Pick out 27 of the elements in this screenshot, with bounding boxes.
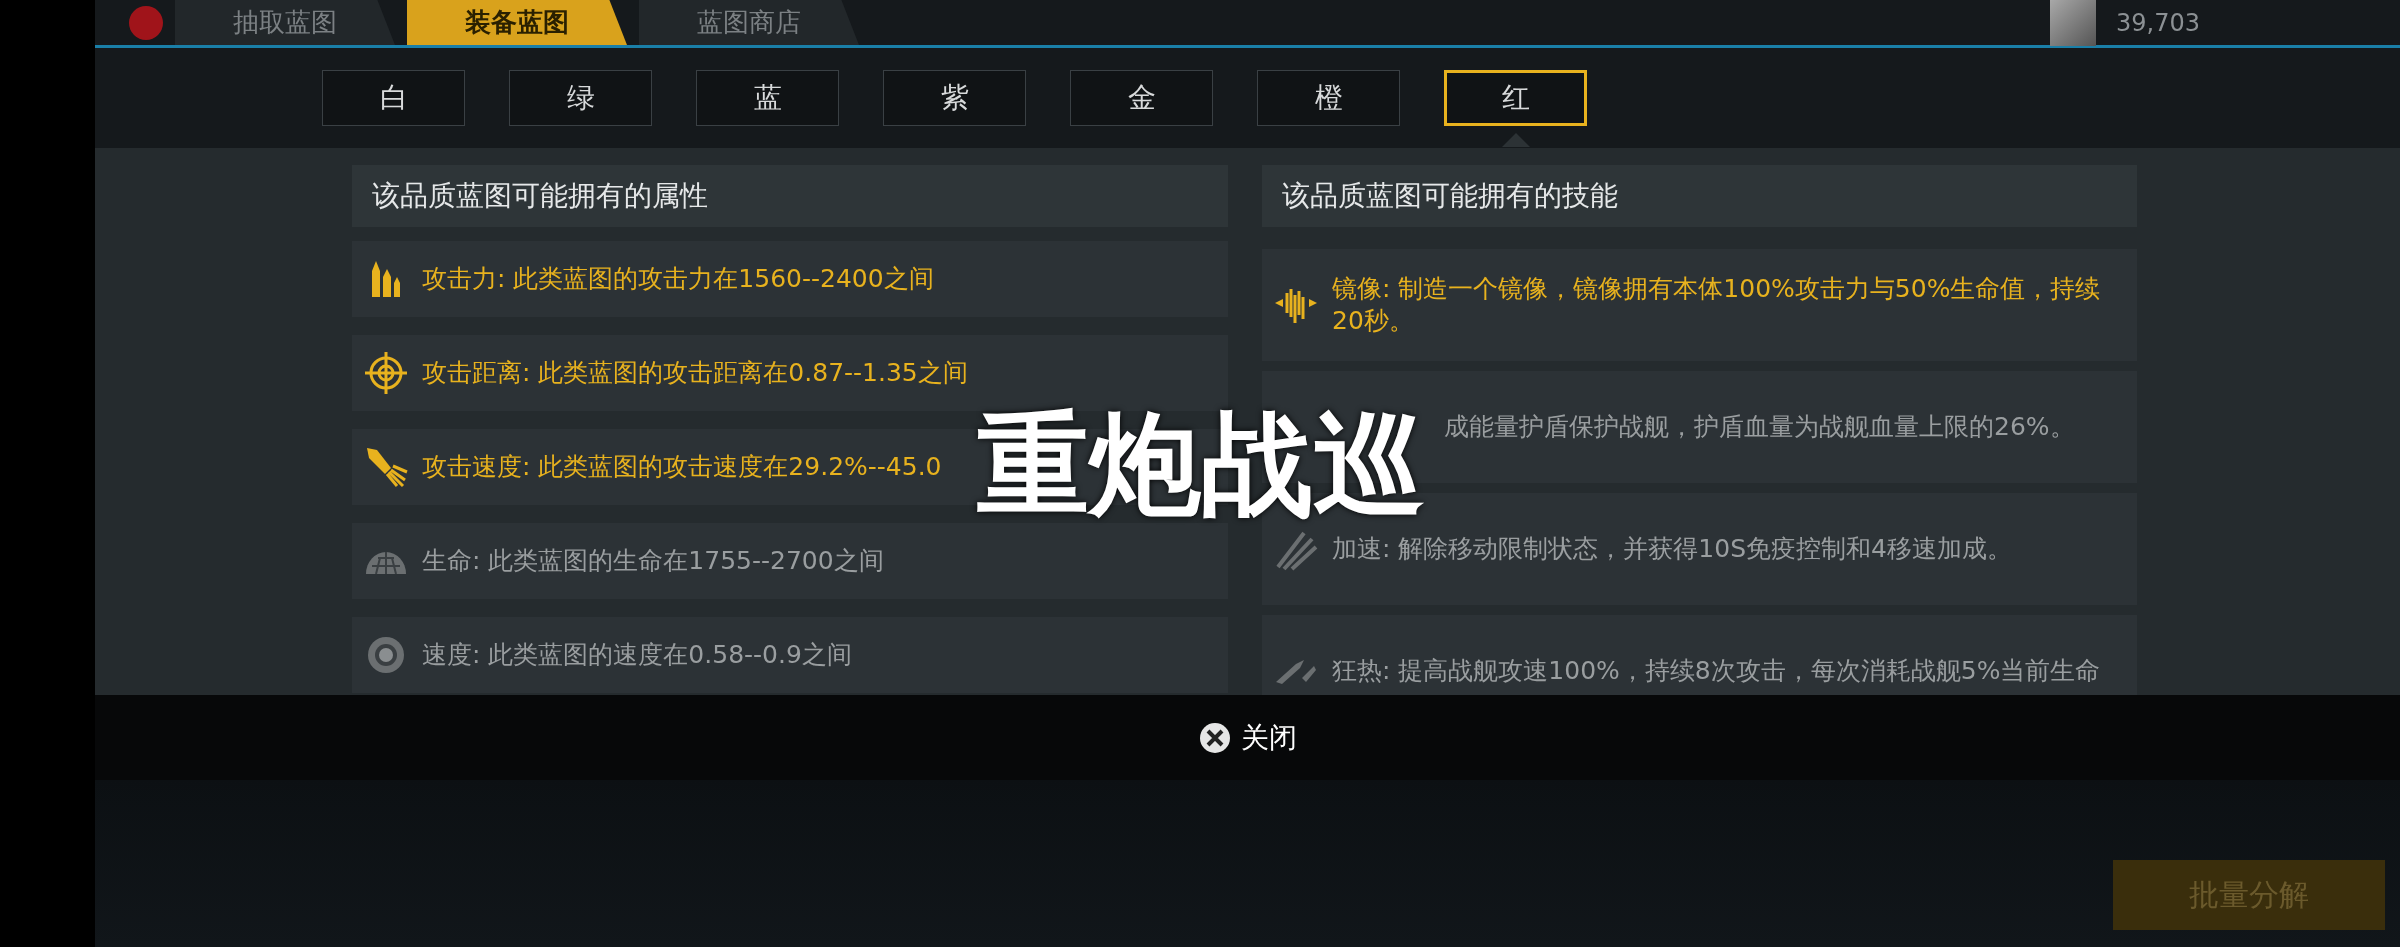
skill-text: 成能量护盾保护战舰，护盾血量为战舰血量上限的26%。 (1443, 411, 2076, 443)
tab[interactable]: 蓝图商店 (639, 0, 859, 45)
quality-tab[interactable]: 白 (322, 70, 465, 126)
skill-text: 狂热: 提高战舰攻速100%，持续8次攻击，每次消耗战舰5%当前生命 (1332, 655, 2102, 687)
quality-tab[interactable]: 金 (1070, 70, 1213, 126)
quality-tab[interactable]: 紫 (883, 70, 1026, 126)
close-icon (1198, 721, 1231, 754)
quality-tab[interactable]: 橙 (1257, 70, 1400, 126)
attribute-text: 速度: 此类蓝图的速度在0.58--0.9之间 (422, 639, 853, 671)
section-title: 该品质蓝图可能拥有的属性 (352, 165, 1228, 227)
crosshair-icon (364, 351, 408, 395)
attribute-text: 攻击力: 此类蓝图的攻击力在1560--2400之间 (422, 263, 935, 295)
skill-text: 镜像: 制造一个镜像，镜像拥有本体100%攻击力与50%生命值，持续20秒。 (1332, 273, 2102, 337)
section-title: 该品质蓝图可能拥有的技能 (1262, 165, 2137, 227)
wheel-icon (366, 635, 406, 675)
video-caption: 重炮战巡 (976, 408, 1425, 520)
tab[interactable]: 抽取蓝图 (175, 0, 395, 45)
quality-tab[interactable]: 绿 (509, 70, 652, 126)
tab[interactable]: 装备蓝图 (407, 0, 627, 45)
skill-text: 加速: 解除移动限制状态，并获得10S免疫控制和4移速加成。 (1332, 533, 2013, 565)
energy-value: 39,703 (2116, 8, 2200, 37)
close-button[interactable]: 关闭 (1194, 714, 1301, 761)
attribute-text: 攻击速度: 此类蓝图的攻击速度在29.2%--45.0 (422, 451, 943, 483)
attribute-text: 攻击距离: 此类蓝图的攻击距离在0.87--1.35之间 (422, 357, 969, 389)
quality-tab[interactable]: 蓝 (696, 70, 839, 126)
alert-icon (129, 5, 163, 40)
attribute-text: 生命: 此类蓝图的生命在1755--2700之间 (422, 545, 885, 577)
